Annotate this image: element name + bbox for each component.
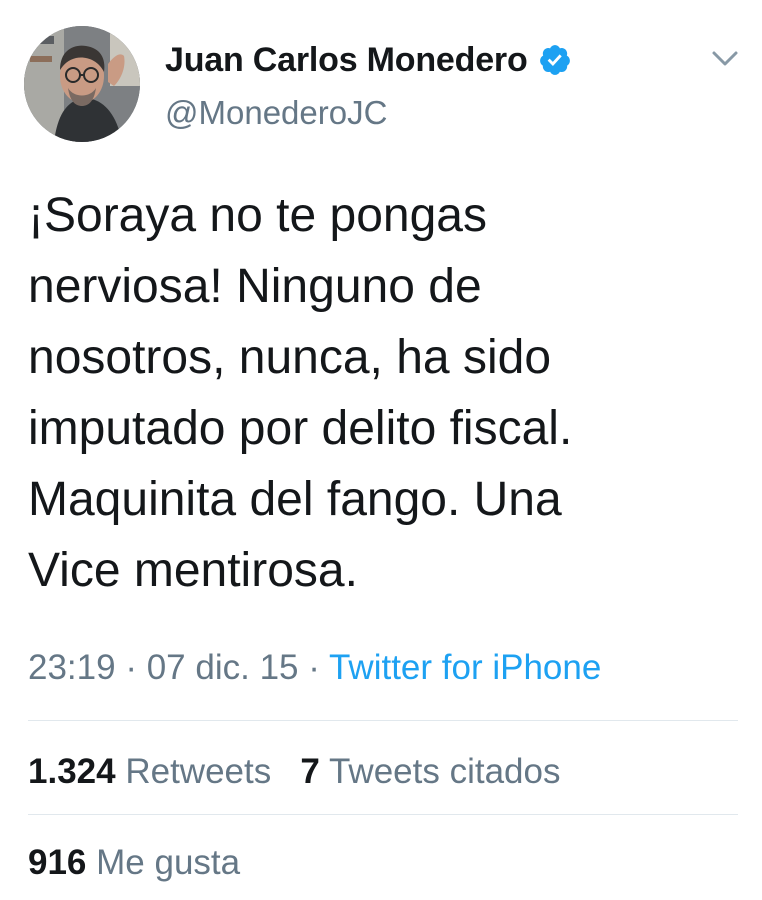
retweets-stat[interactable]: 1.324 Retweets <box>28 752 281 791</box>
author-display-name[interactable]: Juan Carlos Monedero <box>165 41 528 80</box>
divider <box>28 814 738 815</box>
quotes-label: Tweets citados <box>328 752 561 791</box>
retweets-count: 1.324 <box>28 752 116 791</box>
divider <box>28 720 738 721</box>
tweet-text-line: ¡Soraya no te pongas <box>28 189 487 242</box>
tweet-text-line: nosotros, nunca, ha sido <box>28 331 552 384</box>
chevron-down-icon[interactable] <box>710 48 740 70</box>
verified-badge-icon <box>538 43 572 77</box>
retweet-stats-row: 1.324 Retweets 7 Tweets citados <box>28 752 560 792</box>
tweet-text-line: Maquinita del fango. Una <box>28 473 562 526</box>
likes-stat[interactable]: 916 Me gusta <box>28 843 240 882</box>
retweets-label: Retweets <box>125 752 272 791</box>
tweet-text-line: nerviosa! Ninguno de <box>28 260 482 313</box>
avatar-photo-icon <box>24 26 140 142</box>
tweet-source-link[interactable]: Twitter for iPhone <box>329 648 601 687</box>
tweet-date[interactable]: 07 dic. 15 <box>147 648 299 687</box>
likes-stats-row: 916 Me gusta <box>28 843 240 883</box>
tweet-text-line: imputado por delito fiscal. <box>28 402 573 455</box>
author-handle[interactable]: @MonederoJC <box>165 94 387 132</box>
author-name-row[interactable]: Juan Carlos Monedero <box>165 38 572 82</box>
tweet-text: ¡Soraya no te pongas nerviosa! Ninguno d… <box>28 180 748 606</box>
meta-separator: · <box>308 648 320 687</box>
tweet-card: Juan Carlos Monedero @MonederoJC ¡Soraya… <box>0 0 762 900</box>
likes-count: 916 <box>28 843 87 882</box>
tweet-metadata: 23:19 · 07 dic. 15 · Twitter for iPhone <box>28 648 601 688</box>
quote-tweets-stat[interactable]: 7 Tweets citados <box>300 752 560 791</box>
tweet-time[interactable]: 23:19 <box>28 648 116 687</box>
meta-separator: · <box>125 648 137 687</box>
tweet-text-line: Vice mentirosa. <box>28 544 358 597</box>
avatar[interactable] <box>24 26 140 142</box>
quotes-count: 7 <box>300 752 320 791</box>
likes-label: Me gusta <box>96 843 241 882</box>
